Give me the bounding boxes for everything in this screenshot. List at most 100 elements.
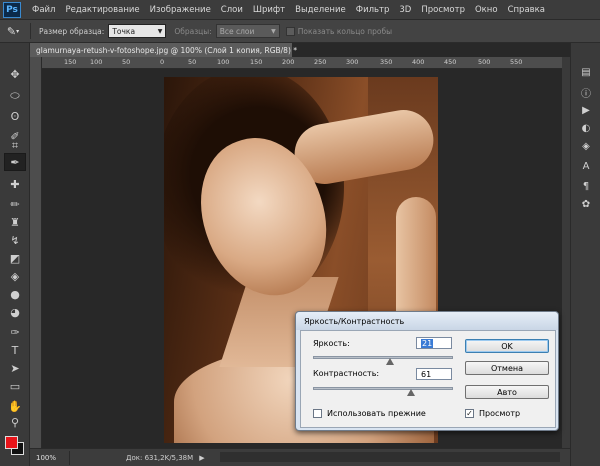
- ruler-tick: 350: [380, 58, 393, 66]
- sample-size-value: Точка: [112, 26, 136, 36]
- styles-panel-icon[interactable]: ✿: [576, 195, 596, 213]
- menu-file[interactable]: Файл: [27, 5, 60, 15]
- menu-select[interactable]: Выделение: [290, 5, 351, 15]
- tools-panel: ✥ ⬭ ʘ ✐ ⌗ ✒ ✚ ✏ ♜ ↯ ◩ ◈ ● ◕ ✑ T ➤ ▭ ✋ ⚲: [0, 43, 30, 466]
- menu-view[interactable]: Просмотр: [416, 5, 470, 15]
- preview-label: Просмотр: [479, 409, 521, 418]
- eyedropper-tool-icon[interactable]: ✒: [4, 153, 26, 171]
- contrast-input[interactable]: 61: [416, 368, 452, 380]
- show-ring-label: Показать кольцо пробы: [297, 26, 393, 36]
- menu-type[interactable]: Шрифт: [248, 5, 290, 15]
- history-panel-icon[interactable]: ▤: [576, 63, 596, 81]
- ruler-tick: 50: [188, 58, 197, 66]
- samples-select[interactable]: Все слои ▼: [215, 24, 280, 38]
- ok-button[interactable]: OK: [465, 339, 549, 353]
- brightness-slider[interactable]: [313, 356, 453, 365]
- brightness-input[interactable]: 21: [416, 337, 452, 349]
- actions-panel-icon[interactable]: ▶: [576, 101, 596, 119]
- ruler-tick: 50: [122, 58, 131, 66]
- photoshop-logo: Ps: [3, 1, 21, 18]
- move-tool-icon[interactable]: ✥: [4, 65, 26, 83]
- foreground-color-swatch[interactable]: [5, 436, 18, 449]
- document-size-info: Док: 631,2K/5,38M: [126, 453, 194, 462]
- contrast-label: Контрастность:: [313, 369, 380, 378]
- divider: [30, 23, 31, 39]
- sample-size-select[interactable]: Точка ▼: [108, 24, 167, 38]
- samples-label: Образцы:: [174, 26, 212, 36]
- eraser-tool-icon[interactable]: ◩: [4, 249, 26, 267]
- chevron-down-icon: ▼: [157, 27, 163, 35]
- history-brush-tool-icon[interactable]: ↯: [4, 231, 26, 249]
- cancel-button[interactable]: Отмена: [465, 361, 549, 375]
- info-panel-icon[interactable]: ⓘ: [576, 83, 596, 101]
- paragraph-panel-icon[interactable]: ¶: [576, 177, 596, 195]
- ruler-tick: 550: [510, 58, 523, 66]
- pen-tool-icon[interactable]: ✑: [4, 323, 26, 341]
- ruler-tick: 100: [217, 58, 230, 66]
- status-menu-arrow-icon[interactable]: ▶: [199, 454, 204, 462]
- contrast-slider-thumb[interactable]: [406, 389, 415, 396]
- ruler-tick: 200: [282, 58, 295, 66]
- lasso-tool-icon[interactable]: ʘ: [4, 107, 26, 125]
- eyedropper-preset-icon[interactable]: ✎ ▾: [0, 22, 26, 40]
- ruler-tick: 150: [64, 58, 77, 66]
- status-bar: 100% Док: 631,2K/5,38M ▶: [30, 448, 570, 466]
- ruler-tick: 250: [314, 58, 327, 66]
- clone-stamp-tool-icon[interactable]: ♜: [4, 213, 26, 231]
- menu-image[interactable]: Изображение: [145, 5, 216, 15]
- menu-3d[interactable]: 3D: [394, 5, 416, 15]
- document-tab[interactable]: glamurnaya-retush-v-fotoshope.jpg @ 100%…: [30, 43, 297, 57]
- type-tool-icon[interactable]: T: [4, 341, 26, 359]
- menu-layers[interactable]: Слои: [216, 5, 248, 15]
- vertical-scrollbar[interactable]: [562, 57, 570, 448]
- brightness-value: 21: [421, 338, 434, 348]
- menu-window[interactable]: Окно: [470, 5, 503, 15]
- ruler-tick: 300: [346, 58, 359, 66]
- preview-checkbox[interactable]: ✓: [465, 409, 474, 418]
- chevron-down-icon: ▼: [271, 27, 276, 35]
- contrast-slider[interactable]: [313, 387, 453, 396]
- menu-filter[interactable]: Фильтр: [351, 5, 395, 15]
- rectangle-tool-icon[interactable]: ▭: [4, 377, 26, 395]
- panel-dock: ▤ ⓘ ▶ ◐ ◈ A ¶ ✿: [570, 43, 600, 466]
- brightness-slider-thumb[interactable]: [385, 358, 394, 365]
- layers-panel-icon[interactable]: ◈: [576, 137, 596, 155]
- character-panel-icon[interactable]: A: [576, 157, 596, 175]
- healing-brush-tool-icon[interactable]: ✚: [4, 175, 26, 193]
- vertical-ruler: [30, 57, 42, 448]
- dodge-tool-icon[interactable]: ◕: [4, 303, 26, 321]
- dialog-body: Яркость: 21 Контрастность: 61 Использова…: [300, 330, 556, 428]
- horizontal-scrollbar[interactable]: [220, 452, 560, 462]
- path-selection-tool-icon[interactable]: ➤: [4, 359, 26, 377]
- menu-bar: Ps Файл Редактирование Изображение Слои …: [0, 0, 600, 20]
- horizontal-ruler: 150 100 50 0 50 100 150 200 250 300 350 …: [42, 57, 562, 69]
- marquee-tool-icon[interactable]: ⬭: [4, 87, 26, 105]
- ruler-tick: 150: [250, 58, 263, 66]
- ruler-tick: 450: [444, 58, 457, 66]
- menu-help[interactable]: Справка: [503, 5, 550, 15]
- adjustments-panel-icon[interactable]: ◐: [576, 119, 596, 137]
- menu-edit[interactable]: Редактирование: [60, 5, 144, 15]
- ruler-tick: 100: [90, 58, 103, 66]
- paint-bucket-tool-icon[interactable]: ◈: [4, 267, 26, 285]
- auto-button[interactable]: Авто: [465, 385, 549, 399]
- auto-button-label: Авто: [497, 387, 517, 397]
- dialog-title: Яркость/Контрастность: [296, 312, 558, 330]
- samples-value: Все слои: [219, 26, 255, 36]
- ok-button-label: OK: [501, 341, 513, 351]
- contrast-value: 61: [421, 369, 432, 379]
- brightness-contrast-dialog: Яркость/Контрастность Яркость: 21 Контра…: [295, 311, 559, 431]
- zoom-tool-icon[interactable]: ⚲: [4, 413, 26, 431]
- sample-size-label: Размер образца:: [39, 26, 105, 36]
- ruler-tick: 500: [478, 58, 491, 66]
- brush-tool-icon[interactable]: ✏: [4, 195, 26, 213]
- document-tab-title: glamurnaya-retush-v-fotoshope.jpg @ 100%…: [36, 45, 298, 55]
- ruler-tick: 0: [160, 58, 165, 66]
- options-bar: ✎ ▾ Размер образца: Точка ▼ Образцы: Все …: [0, 20, 600, 43]
- use-legacy-checkbox[interactable]: [313, 409, 322, 418]
- ruler-tick: 400: [412, 58, 425, 66]
- zoom-level[interactable]: 100%: [30, 450, 70, 465]
- blur-tool-icon[interactable]: ●: [4, 285, 26, 303]
- show-ring-checkbox[interactable]: [285, 26, 295, 36]
- cancel-button-label: Отмена: [490, 363, 524, 373]
